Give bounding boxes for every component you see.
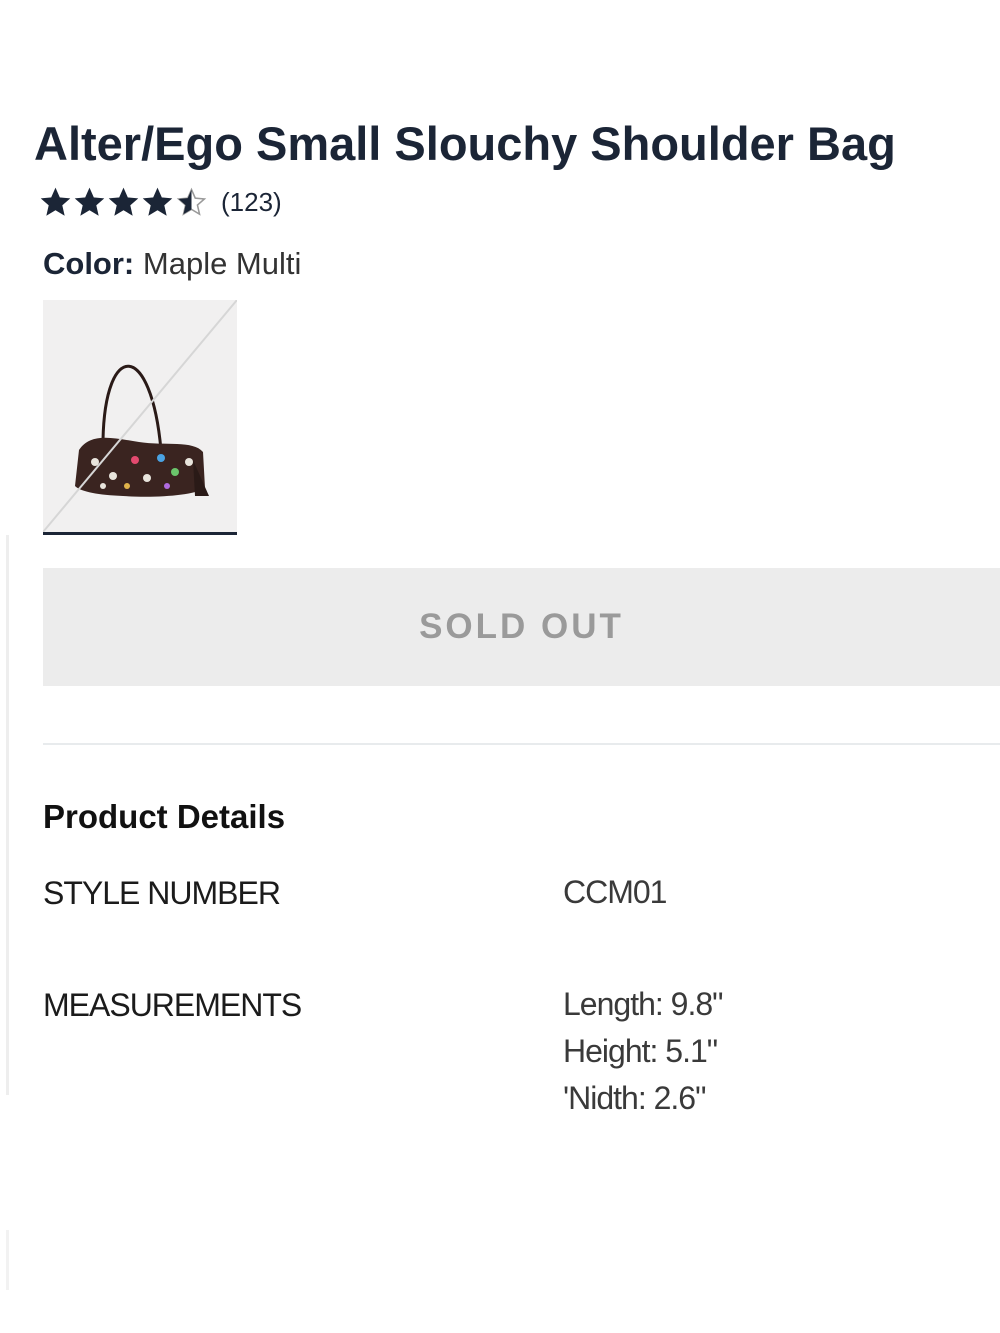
section-divider — [43, 743, 1000, 745]
color-swatch-maple-multi[interactable] — [43, 300, 237, 535]
left-edge-rule — [6, 535, 9, 1095]
star-rating — [40, 187, 207, 218]
star-full-icon — [108, 187, 139, 216]
measurement-width: 'Nidth: 2.6" — [563, 1080, 706, 1116]
style-number-label: STYLE NUMBER — [43, 875, 281, 911]
star-half-icon — [176, 187, 207, 216]
star-full-icon — [40, 187, 71, 216]
review-count[interactable]: (123) — [221, 187, 282, 218]
sold-out-button[interactable]: SOLD OUT — [43, 568, 1000, 686]
color-selection: Color: Maple Multi — [43, 244, 301, 284]
rating-summary[interactable]: (123) — [40, 182, 282, 222]
measurement-length: Length: 9.8" — [563, 986, 723, 1022]
measurement-height: Height: 5.1" — [563, 1033, 718, 1069]
left-edge-rule — [6, 1230, 9, 1290]
star-full-icon — [74, 187, 105, 216]
product-title: Alter/Ego Small Slouchy Shoulder Bag — [34, 117, 896, 170]
bag-thumbnail-icon — [43, 300, 237, 532]
color-value: Maple Multi — [142, 246, 302, 281]
measurements-label: MEASUREMENTS — [43, 987, 302, 1023]
style-number-value: CCM01 — [563, 874, 667, 910]
star-full-icon — [142, 187, 173, 216]
color-label: Color: — [43, 246, 135, 281]
product-details-heading: Product Details — [43, 798, 286, 835]
